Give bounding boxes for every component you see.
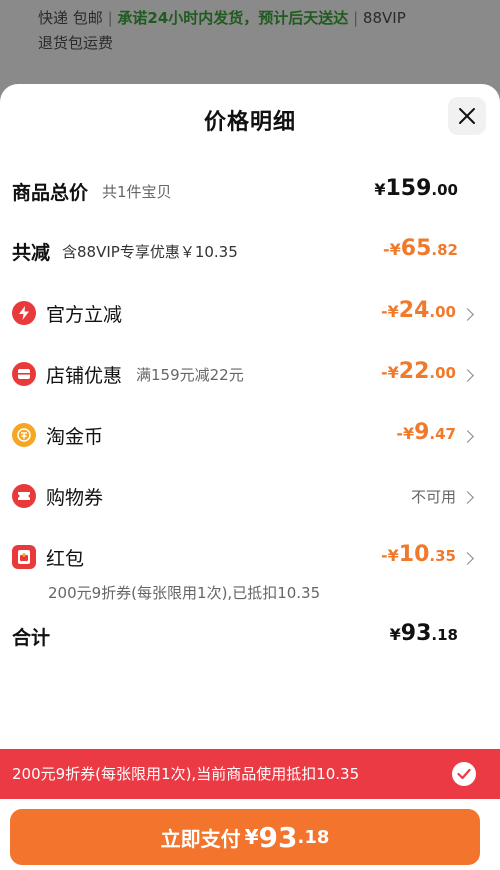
total-reduction-label: 共减 [12,242,51,264]
vip-discount-note: 含88VIP专享优惠￥10.35 [62,243,238,261]
coupon-banner[interactable]: 200元9折券(每张限用1次),当前商品使用抵扣10.35 [0,749,500,799]
red-packet-row[interactable]: 红包 -¥10.35 200元9折券(每张限用1次),已抵扣10.35 [0,537,500,607]
official-discount-row[interactable]: 官方立减 -¥24.00 [0,293,500,333]
pay-yen: ¥ [244,825,259,849]
official-discount-price: -¥24.00 [381,298,456,323]
pay-amount-dec: .18 [297,826,330,848]
close-icon [459,108,475,124]
goods-total-label: 商品总价 [12,182,89,204]
store-icon [12,362,36,386]
goods-total-row: 商品总价 共1件宝贝 ¥159.00 [0,172,500,212]
shopping-coupon-label: 购物券 [46,487,104,509]
official-discount-label: 官方立减 [46,304,123,326]
pay-now-button[interactable]: 立即支付 ¥ 93 .18 [10,809,480,865]
taojinbi-price: -¥9.47 [396,420,456,445]
chevron-right-icon [461,369,474,382]
total-reduction-row: 共减 含88VIP专享优惠￥10.35 -¥65.82 [0,232,500,272]
total-reduction-price: -¥65.82 [383,236,458,261]
lightning-icon [12,301,36,325]
sum-price: ¥93.18 [389,621,458,646]
chevron-right-icon [461,552,474,565]
shopping-coupon-status: 不可用 [410,488,456,506]
return-shipping-text: 退货包运费 [38,34,114,52]
sheet-title: 价格明细 [203,110,296,135]
chevron-right-icon [461,430,474,443]
shipping-line: 快递 包邮 | 承诺24小时内发货，预计后天送达 | 88VIP [38,6,462,31]
vip-tag: 88VIP [362,9,406,27]
store-discount-rule: 满159元减22元 [136,366,244,384]
check-circle-icon[interactable] [452,762,476,786]
separator: | [353,9,359,27]
red-packet-note: 200元9折券(每张限用1次),已抵扣10.35 [48,584,321,602]
close-button[interactable] [448,97,486,135]
separator: | [107,9,113,27]
red-packet-icon [12,545,36,569]
coin-icon [12,423,36,447]
taojinbi-label: 淘金币 [46,426,104,448]
goods-total-price: ¥159.00 [374,176,458,201]
red-packet-label: 红包 [46,548,85,570]
delivery-promise: 承诺24小时内发货，预计后天送达 [117,9,349,27]
shopping-coupon-row[interactable]: 购物券 不可用 [0,476,500,516]
chevron-right-icon [461,491,474,504]
store-discount-label: 店铺优惠 [46,365,123,387]
sum-label: 合计 [12,627,51,649]
store-discount-row[interactable]: 店铺优惠 满159元减22元 -¥22.00 [0,354,500,394]
store-discount-price: -¥22.00 [381,359,456,384]
red-packet-price: -¥10.35 [381,542,456,567]
sum-row: 合计 ¥93.18 [0,617,500,657]
chevron-right-icon [461,308,474,321]
coupon-banner-text: 200元9折券(每张限用1次),当前商品使用抵扣10.35 [12,765,360,783]
goods-count: 共1件宝贝 [102,183,172,201]
taojinbi-row[interactable]: 淘金币 -¥9.47 [0,415,500,455]
shipping-text: 快递 包邮 [38,9,103,27]
coupon-icon [12,484,36,508]
pay-now-label: 立即支付 [160,826,241,851]
pay-amount-int: 93 [258,820,298,854]
